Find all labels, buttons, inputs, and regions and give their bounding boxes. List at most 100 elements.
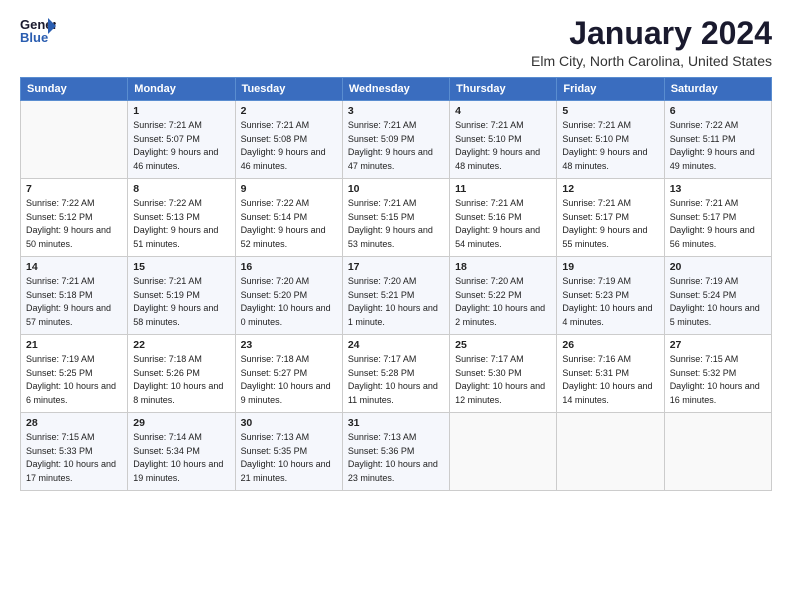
day-info: Sunrise: 7:21 AMSunset: 5:19 PMDaylight:… bbox=[133, 275, 229, 329]
header-cell-saturday: Saturday bbox=[664, 78, 771, 101]
header: General Blue January 2024 Elm City, Nort… bbox=[20, 16, 772, 69]
day-cell: 19 Sunrise: 7:19 AMSunset: 5:23 PMDayligh… bbox=[557, 257, 664, 335]
day-number: 18 bbox=[455, 261, 551, 273]
day-cell: 22Sunrise: 7:18 AMSunset: 5:26 PMDayligh… bbox=[128, 335, 235, 413]
day-cell: 28Sunrise: 7:15 AMSunset: 5:33 PMDayligh… bbox=[21, 413, 128, 491]
day-cell: 21 Sunrise: 7:19 AMSunset: 5:25 PMDayligh… bbox=[21, 335, 128, 413]
day-number: 3 bbox=[348, 105, 444, 117]
title-block: January 2024 Elm City, North Carolina, U… bbox=[531, 16, 772, 69]
day-info: Sunrise: 7:13 AMSunset: 5:35 PMDaylight:… bbox=[241, 431, 337, 485]
day-info: Sunrise: 7:19 AMSunset: 5:24 PMDaylight:… bbox=[670, 275, 766, 329]
day-info: Sunrise: 7:20 AMSunset: 5:20 PMDaylight:… bbox=[241, 275, 337, 329]
day-number: 12 bbox=[562, 183, 658, 195]
logo: General Blue bbox=[20, 16, 56, 44]
day-cell: 17 Sunrise: 7:20 AMSunset: 5:21 PMDayligh… bbox=[342, 257, 449, 335]
calendar-page: General Blue January 2024 Elm City, Nort… bbox=[0, 0, 792, 612]
day-cell bbox=[450, 413, 557, 491]
day-cell: 9 Sunrise: 7:22 AMSunset: 5:14 PMDaylight… bbox=[235, 179, 342, 257]
day-number: 27 bbox=[670, 339, 766, 351]
day-info: Sunrise: 7:21 AMSunset: 5:17 PMDaylight:… bbox=[670, 197, 766, 251]
day-number: 15 bbox=[133, 261, 229, 273]
day-cell: 29Sunrise: 7:14 AMSunset: 5:34 PMDayligh… bbox=[128, 413, 235, 491]
day-info: Sunrise: 7:22 AMSunset: 5:14 PMDaylight:… bbox=[241, 197, 337, 251]
day-cell: 30Sunrise: 7:13 AMSunset: 5:35 PMDayligh… bbox=[235, 413, 342, 491]
day-cell: 8 Sunrise: 7:22 AMSunset: 5:13 PMDaylight… bbox=[128, 179, 235, 257]
day-number: 5 bbox=[562, 105, 658, 117]
day-number: 24 bbox=[348, 339, 444, 351]
day-info: Sunrise: 7:21 AMSunset: 5:07 PMDaylight:… bbox=[133, 119, 229, 173]
week-row-5: 28Sunrise: 7:15 AMSunset: 5:33 PMDayligh… bbox=[21, 413, 772, 491]
day-info: Sunrise: 7:21 AMSunset: 5:10 PMDaylight:… bbox=[455, 119, 551, 173]
day-cell: 24 Sunrise: 7:17 AMSunset: 5:28 PMDayligh… bbox=[342, 335, 449, 413]
day-cell: 12Sunrise: 7:21 AMSunset: 5:17 PMDayligh… bbox=[557, 179, 664, 257]
day-cell: 23Sunrise: 7:18 AMSunset: 5:27 PMDayligh… bbox=[235, 335, 342, 413]
day-info: Sunrise: 7:19 AMSunset: 5:25 PMDaylight:… bbox=[26, 353, 122, 407]
day-number: 8 bbox=[133, 183, 229, 195]
day-info: Sunrise: 7:13 AMSunset: 5:36 PMDaylight:… bbox=[348, 431, 444, 485]
day-cell: 31 Sunrise: 7:13 AMSunset: 5:36 PMDayligh… bbox=[342, 413, 449, 491]
calendar-title: January 2024 bbox=[531, 16, 772, 51]
day-cell: 16 Sunrise: 7:20 AMSunset: 5:20 PMDayligh… bbox=[235, 257, 342, 335]
day-info: Sunrise: 7:21 AMSunset: 5:16 PMDaylight:… bbox=[455, 197, 551, 251]
week-row-2: 7Sunrise: 7:22 AMSunset: 5:12 PMDaylight… bbox=[21, 179, 772, 257]
header-cell-thursday: Thursday bbox=[450, 78, 557, 101]
week-row-4: 21 Sunrise: 7:19 AMSunset: 5:25 PMDayligh… bbox=[21, 335, 772, 413]
day-number: 9 bbox=[241, 183, 337, 195]
day-number: 7 bbox=[26, 183, 122, 195]
day-info: Sunrise: 7:18 AMSunset: 5:27 PMDaylight:… bbox=[241, 353, 337, 407]
day-info: Sunrise: 7:19 AMSunset: 5:23 PMDaylight:… bbox=[562, 275, 658, 329]
day-info: Sunrise: 7:17 AMSunset: 5:28 PMDaylight:… bbox=[348, 353, 444, 407]
week-row-3: 14Sunrise: 7:21 AMSunset: 5:18 PMDayligh… bbox=[21, 257, 772, 335]
day-info: Sunrise: 7:14 AMSunset: 5:34 PMDaylight:… bbox=[133, 431, 229, 485]
header-row: SundayMondayTuesdayWednesdayThursdayFrid… bbox=[21, 78, 772, 101]
day-number: 13 bbox=[670, 183, 766, 195]
day-number: 10 bbox=[348, 183, 444, 195]
day-cell bbox=[664, 413, 771, 491]
day-cell: 6 Sunrise: 7:22 AMSunset: 5:11 PMDaylight… bbox=[664, 101, 771, 179]
day-number: 26 bbox=[562, 339, 658, 351]
day-info: Sunrise: 7:21 AMSunset: 5:08 PMDaylight:… bbox=[241, 119, 337, 173]
day-cell: 11 Sunrise: 7:21 AMSunset: 5:16 PMDayligh… bbox=[450, 179, 557, 257]
day-number: 25 bbox=[455, 339, 551, 351]
day-number: 17 bbox=[348, 261, 444, 273]
day-info: Sunrise: 7:16 AMSunset: 5:31 PMDaylight:… bbox=[562, 353, 658, 407]
day-number: 6 bbox=[670, 105, 766, 117]
day-info: Sunrise: 7:21 AMSunset: 5:15 PMDaylight:… bbox=[348, 197, 444, 251]
day-cell: 27 Sunrise: 7:15 AMSunset: 5:32 PMDayligh… bbox=[664, 335, 771, 413]
header-cell-tuesday: Tuesday bbox=[235, 78, 342, 101]
day-cell: 7Sunrise: 7:22 AMSunset: 5:12 PMDaylight… bbox=[21, 179, 128, 257]
day-info: Sunrise: 7:20 AMSunset: 5:21 PMDaylight:… bbox=[348, 275, 444, 329]
day-info: Sunrise: 7:21 AMSunset: 5:18 PMDaylight:… bbox=[26, 275, 122, 329]
day-info: Sunrise: 7:22 AMSunset: 5:11 PMDaylight:… bbox=[670, 119, 766, 173]
logo-icon: General Blue bbox=[20, 16, 56, 44]
day-number: 1 bbox=[133, 105, 229, 117]
day-cell bbox=[21, 101, 128, 179]
day-info: Sunrise: 7:21 AMSunset: 5:10 PMDaylight:… bbox=[562, 119, 658, 173]
day-number: 16 bbox=[241, 261, 337, 273]
day-cell: 5 Sunrise: 7:21 AMSunset: 5:10 PMDaylight… bbox=[557, 101, 664, 179]
day-cell bbox=[557, 413, 664, 491]
day-number: 11 bbox=[455, 183, 551, 195]
day-cell: 1 Sunrise: 7:21 AMSunset: 5:07 PMDaylight… bbox=[128, 101, 235, 179]
day-number: 31 bbox=[348, 417, 444, 429]
day-cell: 14Sunrise: 7:21 AMSunset: 5:18 PMDayligh… bbox=[21, 257, 128, 335]
day-cell: 18Sunrise: 7:20 AMSunset: 5:22 PMDayligh… bbox=[450, 257, 557, 335]
day-cell: 4Sunrise: 7:21 AMSunset: 5:10 PMDaylight… bbox=[450, 101, 557, 179]
day-cell: 10 Sunrise: 7:21 AMSunset: 5:15 PMDayligh… bbox=[342, 179, 449, 257]
day-number: 21 bbox=[26, 339, 122, 351]
day-number: 2 bbox=[241, 105, 337, 117]
day-cell: 2 Sunrise: 7:21 AMSunset: 5:08 PMDaylight… bbox=[235, 101, 342, 179]
header-cell-sunday: Sunday bbox=[21, 78, 128, 101]
header-cell-friday: Friday bbox=[557, 78, 664, 101]
calendar-subtitle: Elm City, North Carolina, United States bbox=[531, 53, 772, 69]
day-info: Sunrise: 7:22 AMSunset: 5:13 PMDaylight:… bbox=[133, 197, 229, 251]
day-cell: 3Sunrise: 7:21 AMSunset: 5:09 PMDaylight… bbox=[342, 101, 449, 179]
day-info: Sunrise: 7:15 AMSunset: 5:33 PMDaylight:… bbox=[26, 431, 122, 485]
header-cell-wednesday: Wednesday bbox=[342, 78, 449, 101]
day-cell: 15 Sunrise: 7:21 AMSunset: 5:19 PMDayligh… bbox=[128, 257, 235, 335]
week-row-1: 1 Sunrise: 7:21 AMSunset: 5:07 PMDaylight… bbox=[21, 101, 772, 179]
day-number: 19 bbox=[562, 261, 658, 273]
day-info: Sunrise: 7:17 AMSunset: 5:30 PMDaylight:… bbox=[455, 353, 551, 407]
day-cell: 25 Sunrise: 7:17 AMSunset: 5:30 PMDayligh… bbox=[450, 335, 557, 413]
day-info: Sunrise: 7:15 AMSunset: 5:32 PMDaylight:… bbox=[670, 353, 766, 407]
